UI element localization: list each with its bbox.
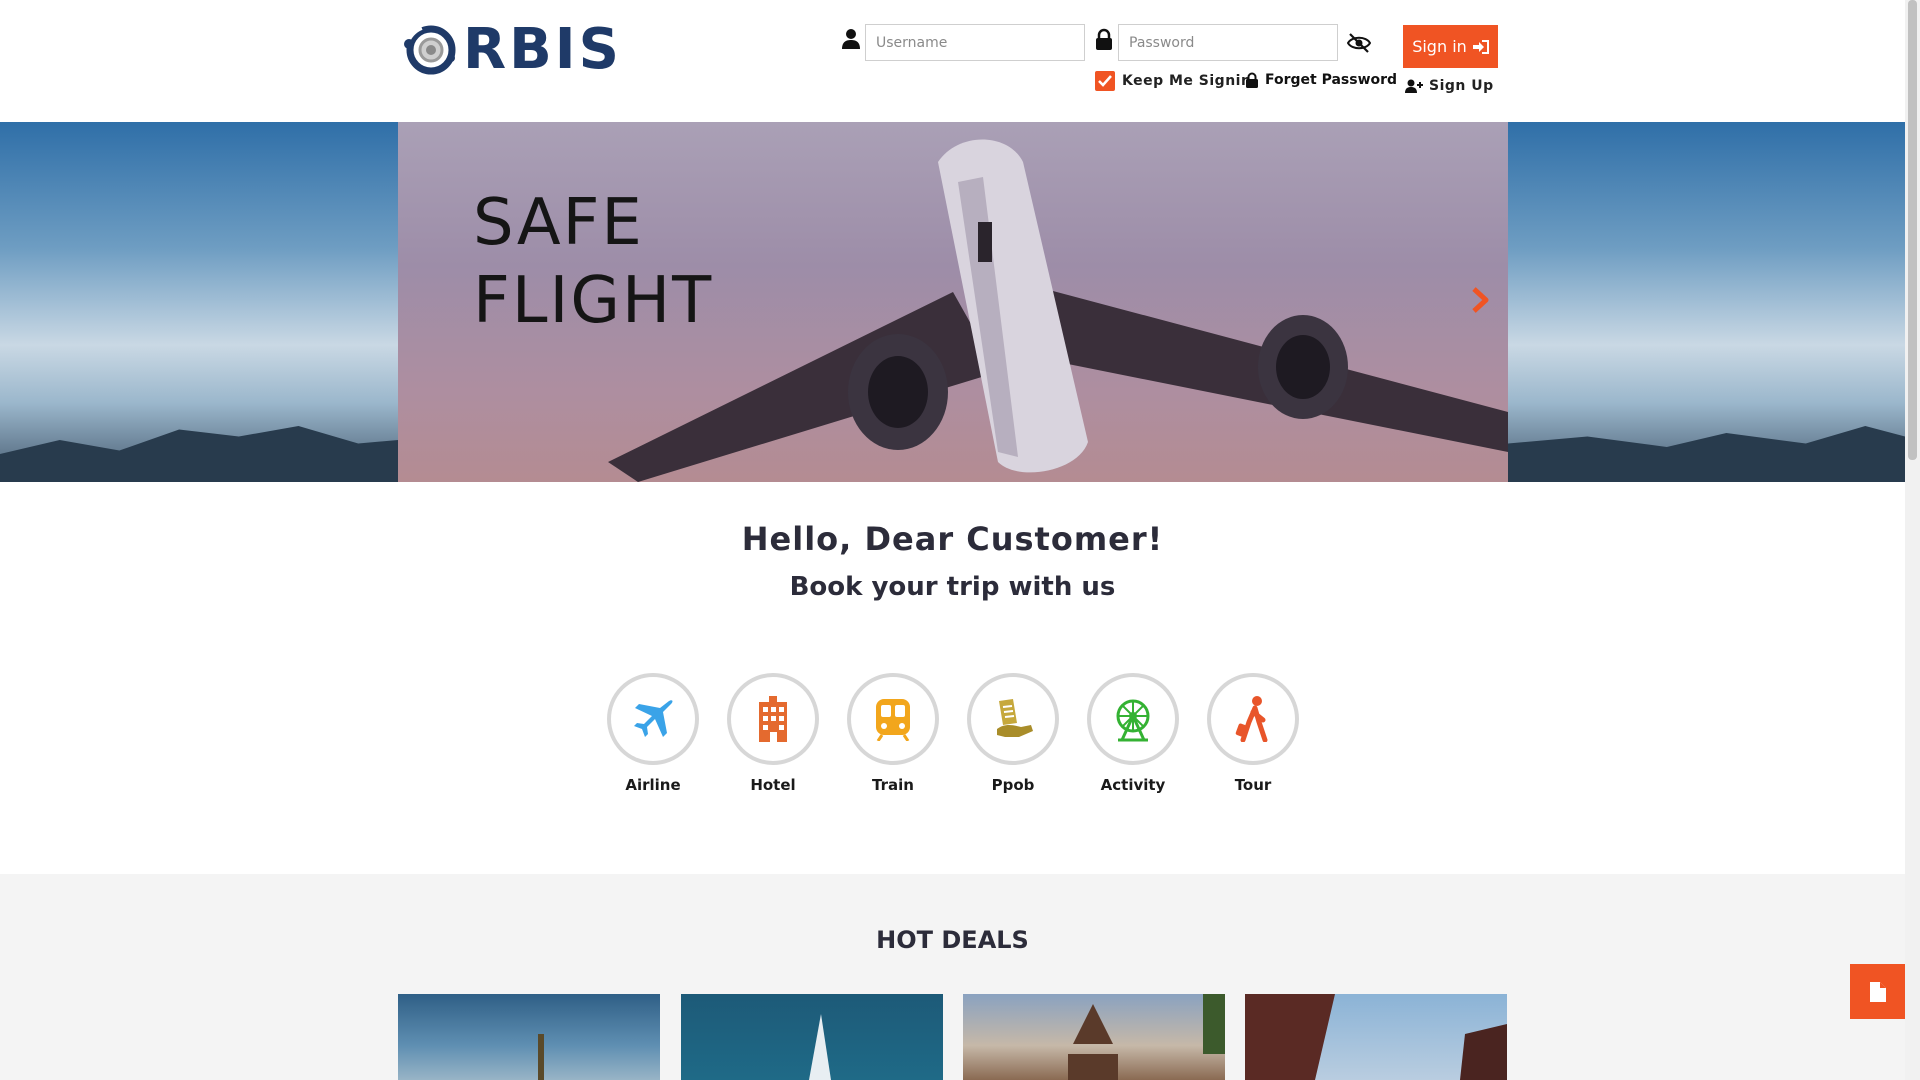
service-ppob-circle [967,673,1059,765]
forget-password-link[interactable]: Forget Password [1245,72,1397,88]
service-label: Tour [1234,776,1272,794]
greeting-title: Hello, Dear Customer! [741,520,1164,558]
eye-slash-icon[interactable] [1347,33,1371,53]
page: RBIS Sign in Keep M [0,0,1920,1080]
scrollbar[interactable] [1905,0,1920,1080]
document-float-button[interactable] [1850,964,1905,1019]
site-header: RBIS Sign in Keep M [0,0,1905,122]
train-icon [876,699,910,741]
signup-link[interactable]: Sign Up [1405,78,1494,94]
service-list: Airline Hotel Train Ppob Activity Tour [607,673,1307,794]
deal-card-image [809,1014,831,1080]
signup-label: Sign Up [1429,78,1494,94]
deal-card-image [1068,994,1225,1080]
logo-text: RBIS [463,17,622,82]
deal-card[interactable] [681,994,943,1080]
check-icon [1098,75,1112,87]
service-airline[interactable]: Airline [607,673,699,794]
username-input[interactable] [865,24,1085,61]
deal-card[interactable] [963,994,1225,1080]
service-label: Activity [1100,776,1166,794]
service-label: Airline [625,776,681,794]
hotel-icon [759,696,787,742]
hero-title: SAFE FLIGHT [473,186,714,338]
receipt-hand-icon [997,699,1033,737]
document-icon [1869,981,1886,1002]
deal-card-image [1245,994,1507,1080]
user-icon [842,29,860,49]
plane-icon [634,700,673,737]
signin-button[interactable]: Sign in [1403,25,1498,68]
lock-icon [1096,28,1112,50]
service-hotel-circle [727,673,819,765]
signin-label: Sign in [1412,37,1467,56]
hero-background-left [0,122,398,482]
keep-signin[interactable]: Keep Me Signin [1095,71,1251,91]
password-input[interactable] [1118,24,1338,61]
user-plus-icon [1405,79,1423,93]
keep-signin-checkbox[interactable] [1095,71,1115,91]
hero-carousel: SAFE FLIGHT [0,122,1905,482]
forget-password-label: Forget Password [1265,72,1398,88]
service-label: Hotel [750,776,796,794]
service-label: Ppob [991,776,1035,794]
greeting-subtitle: Book your trip with us [789,572,1116,602]
service-activity[interactable]: Activity [1087,673,1179,794]
hero-slide: SAFE FLIGHT [398,122,1508,482]
deal-card[interactable] [398,994,660,1080]
traveler-icon [1235,696,1268,742]
deal-card-image [538,1034,544,1080]
service-train[interactable]: Train [847,673,939,794]
logo-orbit-icon [401,22,456,75]
scrollbar-thumb[interactable] [1908,0,1917,460]
service-hotel[interactable]: Hotel [727,673,819,794]
deal-card[interactable] [1245,994,1507,1080]
service-tour-circle [1207,673,1299,765]
service-tour[interactable]: Tour [1207,673,1299,794]
service-activity-circle [1087,673,1179,765]
hot-deals-section: HOT DEALS [0,874,1905,1080]
logo[interactable]: RBIS [401,20,623,80]
hero-background-right [1508,122,1905,482]
sign-in-icon [1472,39,1489,54]
keep-signin-label: Keep Me Signin [1122,73,1252,89]
ferris-wheel-icon [1116,699,1150,742]
service-ppob[interactable]: Ppob [967,673,1059,794]
service-airline-circle [607,673,699,765]
carousel-next-icon[interactable] [1470,287,1490,313]
service-train-circle [847,673,939,765]
service-label: Train [872,776,914,794]
hot-deals-title: HOT DEALS [876,926,1029,954]
lock-small-icon [1246,72,1258,88]
